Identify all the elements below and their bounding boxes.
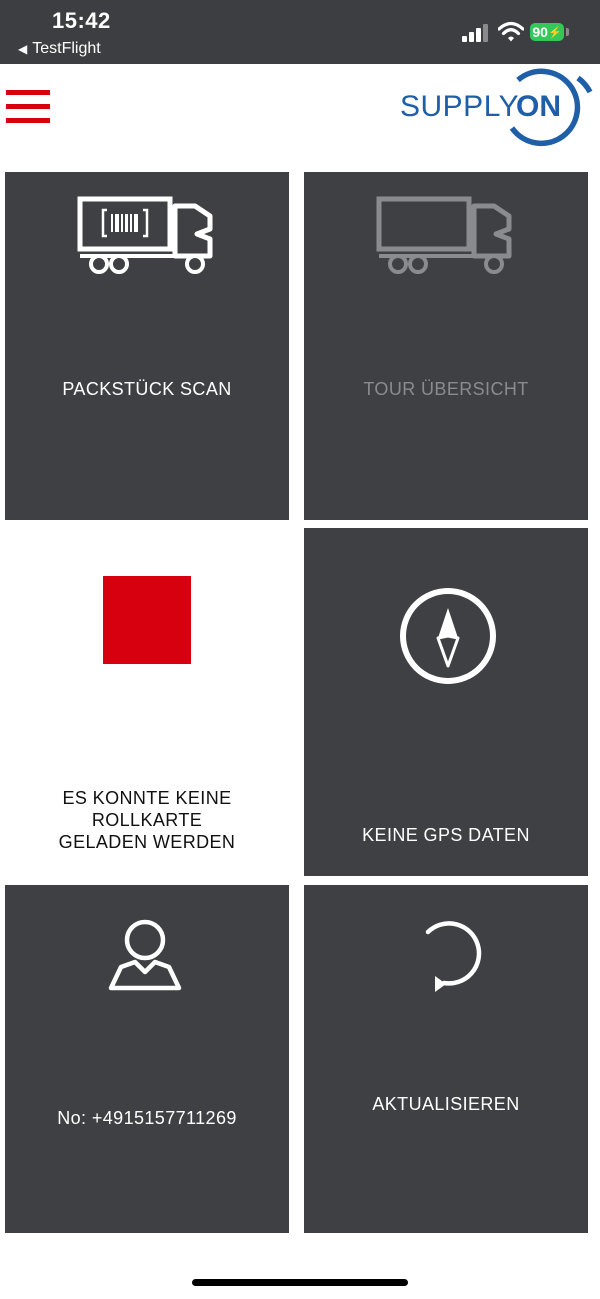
menu-bar-icon [6, 90, 50, 95]
refresh-icon [425, 921, 482, 992]
wifi-icon [498, 21, 524, 42]
hamburger-menu-button[interactable] [6, 90, 50, 124]
back-arrow-icon: ◀ [18, 42, 28, 56]
status-time: 15:42 [52, 8, 111, 33]
user-tile[interactable]: No: +4915157711269 [5, 885, 289, 1233]
rollkarte-status-label: ES KONNTE KEINE ROLLKARTE GELADEN WERDEN [5, 787, 289, 853]
back-app-label: TestFlight [32, 40, 101, 57]
truck-barcode-icon [77, 196, 213, 274]
tour-overview-label: TOUR ÜBERSICHT [363, 379, 529, 399]
red-square-icon [103, 576, 191, 664]
package-scan-label: PACKSTÜCK SCAN [62, 379, 232, 399]
package-scan-tile[interactable]: PACKSTÜCK SCAN [5, 172, 289, 520]
status-bar: 15:42 ◀ TestFlight 90 ⚡ [0, 0, 600, 64]
user-icon [108, 919, 182, 991]
cellular-signal-icon [462, 24, 488, 42]
logo-text-on: ON [516, 90, 561, 123]
battery-level: 90 [532, 24, 548, 40]
tour-overview-tile[interactable]: TOUR ÜBERSICHT [304, 172, 588, 520]
menu-bar-icon [6, 104, 50, 109]
truck-icon [376, 196, 512, 274]
home-indicator[interactable] [192, 1279, 408, 1286]
battery-indicator: 90 ⚡ [530, 23, 564, 41]
app-header: SUPPLY ON [0, 64, 600, 170]
logo-text: SUPPLY [400, 90, 520, 123]
refresh-label: AKTUALISIEREN [372, 1094, 520, 1114]
rollkarte-line-2: ROLLKARTE [91, 810, 203, 830]
compass-icon [400, 588, 496, 684]
back-to-app-link[interactable]: ◀ TestFlight [18, 40, 101, 58]
battery-tip [566, 28, 569, 36]
rollkarte-line-3: GELADEN WERDEN [58, 832, 236, 852]
user-phone-label: No: +4915157711269 [57, 1108, 237, 1128]
rollkarte-line-1: ES KONNTE KEINE [62, 788, 232, 808]
gps-label: KEINE GPS DATEN [362, 825, 530, 845]
rollkarte-status-tile[interactable]: ES KONNTE KEINE ROLLKARTE GELADEN WERDEN [5, 528, 289, 876]
refresh-tile[interactable]: AKTUALISIEREN [304, 885, 588, 1233]
charging-bolt-icon: ⚡ [547, 26, 562, 39]
menu-bar-icon [6, 118, 50, 123]
supplyon-logo: SUPPLY ON [398, 64, 598, 147]
gps-tile[interactable]: KEINE GPS DATEN [304, 528, 588, 876]
